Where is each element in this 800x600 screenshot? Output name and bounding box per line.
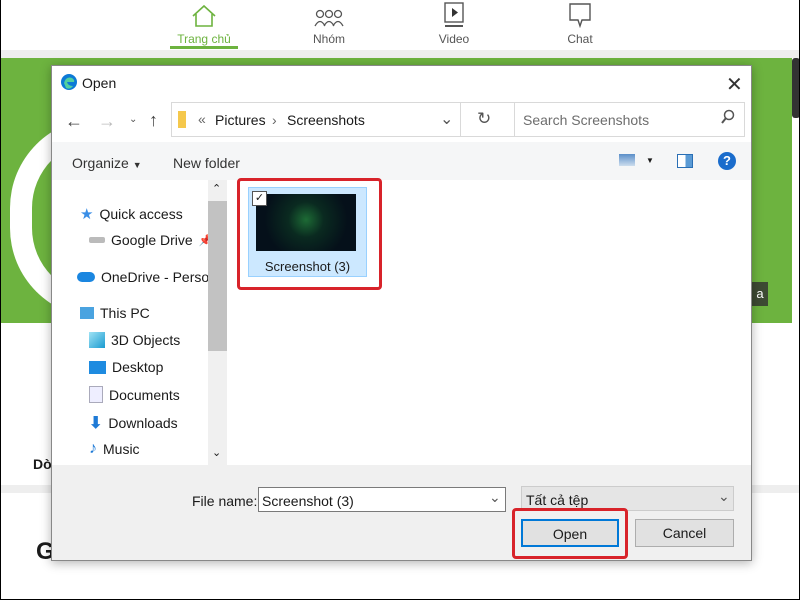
nav-documents[interactable]: Documents: [89, 386, 180, 403]
nav-google-drive[interactable]: Google Drive 📌: [89, 232, 212, 248]
open-file-dialog: Open ✕ ← → ⌄ ↑ « Pictures › Screenshots …: [51, 65, 752, 561]
nav-group[interactable]: Nhóm: [289, 0, 369, 46]
nav-pane-scrollbar[interactable]: ⌃ ⌄: [208, 180, 227, 465]
star-icon: ★: [80, 206, 94, 223]
top-navigation: Trang chủ Nhóm Video Chat: [0, 0, 800, 50]
computer-icon: [80, 307, 94, 319]
home-icon: [164, 0, 244, 28]
folder-icon: [178, 111, 186, 128]
search-icon: [721, 109, 735, 128]
section-label: Dò: [33, 456, 52, 472]
file-name-input[interactable]: Screenshot (3) ⌄: [258, 487, 506, 512]
desktop-icon: [89, 360, 106, 374]
divider: [0, 50, 800, 58]
preview-pane-icon[interactable]: [677, 154, 693, 168]
breadcrumb-screenshots[interactable]: Screenshots: [287, 112, 365, 128]
onedrive-icon: [77, 272, 95, 282]
video-icon: [414, 0, 494, 28]
banner-button[interactable]: a: [752, 282, 768, 306]
chevron-down-icon: ⌄: [718, 488, 730, 504]
breadcrumb-separator-icon: ›: [272, 112, 277, 128]
download-icon: ⬇: [89, 415, 103, 432]
nav-home[interactable]: Trang chủ: [164, 0, 244, 49]
scrollbar-thumb[interactable]: [208, 201, 227, 351]
up-icon[interactable]: ↑: [149, 110, 158, 131]
dialog-footer: File name: Screenshot (3) ⌄ Tất cả tệp ⌄…: [52, 465, 751, 560]
nav-music[interactable]: ♪ Music: [89, 440, 140, 458]
toolbar: Organize ▼ New folder ▼ ?: [52, 142, 751, 180]
highlight-box: [512, 508, 628, 559]
address-bar[interactable]: « Pictures › Screenshots ⌄ ↻: [171, 102, 547, 137]
dialog-title: Open: [82, 75, 117, 91]
chevron-down-icon: ⌄: [489, 489, 501, 505]
highlight-box: [237, 178, 382, 290]
cancel-button[interactable]: Cancel: [635, 519, 734, 547]
new-folder-button[interactable]: New folder: [173, 155, 240, 171]
group-icon: [289, 0, 369, 28]
view-options-icon[interactable]: [619, 154, 635, 166]
close-icon[interactable]: ✕: [726, 72, 743, 97]
drive-icon: [89, 237, 105, 243]
navigation-pane: ★ Quick access Google Drive 📌 OneDrive - P…: [52, 180, 227, 465]
nav-video[interactable]: Video: [414, 0, 494, 46]
nav-downloads[interactable]: ⬇ Downloads: [89, 413, 178, 433]
recent-locations-icon[interactable]: ⌄: [129, 114, 137, 125]
back-icon[interactable]: ←: [65, 111, 83, 132]
nav-this-pc[interactable]: This PC: [80, 305, 150, 321]
help-icon[interactable]: ?: [718, 152, 736, 170]
nav-chat[interactable]: Chat: [540, 0, 620, 46]
forward-icon[interactable]: →: [98, 111, 116, 132]
refresh-icon[interactable]: ↻: [477, 109, 491, 129]
nav-onedrive[interactable]: OneDrive - Persor: [77, 269, 214, 285]
nav-desktop[interactable]: Desktop: [89, 359, 163, 375]
edge-icon: [60, 73, 78, 94]
music-icon: ♪: [89, 440, 97, 457]
chevron-down-icon[interactable]: ⌄: [440, 109, 453, 129]
view-dropdown-icon[interactable]: ▼: [646, 156, 654, 165]
scroll-down-icon: ⌄: [212, 447, 222, 459]
documents-icon: [89, 386, 103, 403]
nav-quick-access[interactable]: ★ Quick access: [80, 205, 183, 223]
cube-icon: [89, 332, 105, 348]
nav-3d-objects[interactable]: 3D Objects: [89, 332, 180, 348]
breadcrumb-pictures[interactable]: Pictures: [215, 112, 266, 128]
organize-button[interactable]: Organize ▼: [72, 155, 142, 171]
scroll-up-icon: ⌃: [212, 183, 222, 195]
search-input[interactable]: Search Screenshots: [514, 102, 745, 137]
chat-icon: [540, 0, 620, 28]
